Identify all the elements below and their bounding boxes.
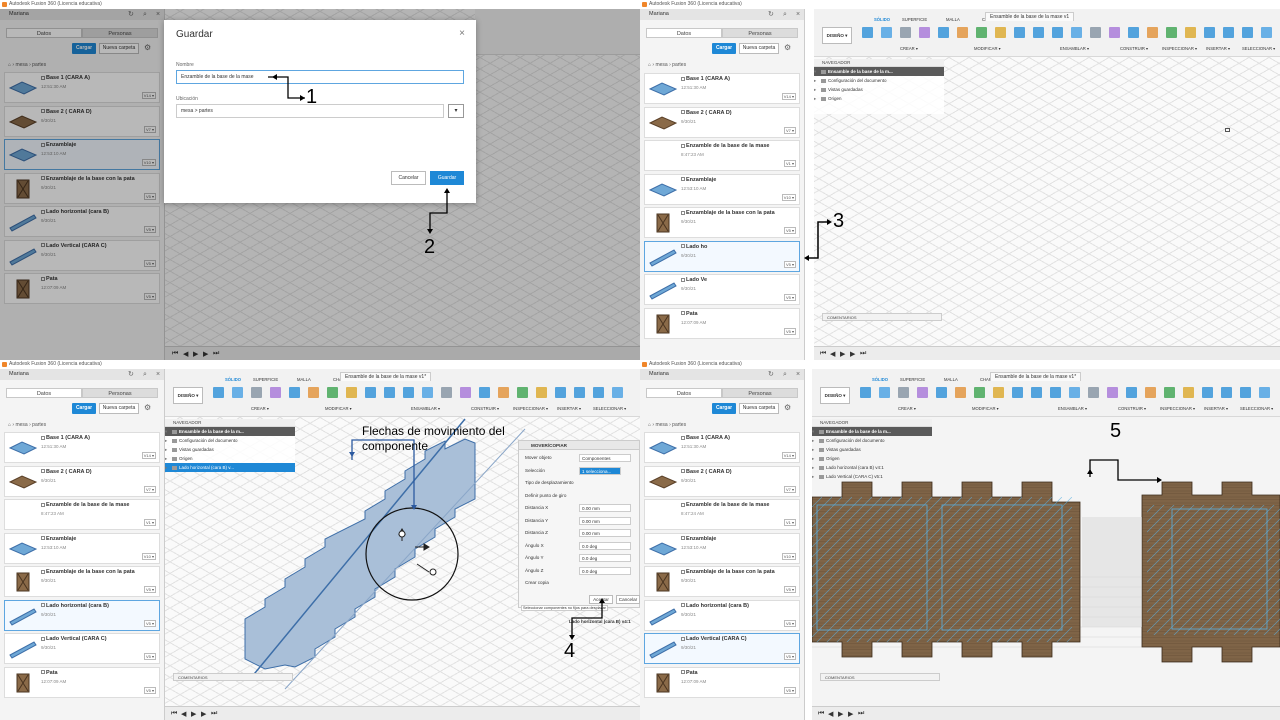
quadrant-save-dialog: Autodesk Fusion 360 (Licencia educativa)… xyxy=(0,0,640,360)
annotation-4: 4 xyxy=(564,640,576,662)
annotation-2: 2 xyxy=(424,236,436,258)
annotation-arrows xyxy=(1087,459,1162,483)
annotation-arrows xyxy=(349,439,605,640)
annotation-arrows xyxy=(268,74,450,234)
annotation-arrow-3 xyxy=(804,219,832,261)
quadrant-context-menu: Autodesk Fusion 360 (Licencia educativa)… xyxy=(640,0,1280,360)
annotation-3: 3 xyxy=(833,210,845,232)
quadrant-move-component: Autodesk Fusion 360 (Licencia educativa)… xyxy=(0,360,640,720)
annotation-flechas: Flechas de movimiento del componente xyxy=(362,424,505,453)
annotation-1: 1 xyxy=(306,86,318,108)
quadrant-assembled-parts: Autodesk Fusion 360 (Licencia educativa)… xyxy=(640,360,1280,720)
annotation-5: 5 xyxy=(1110,420,1122,442)
